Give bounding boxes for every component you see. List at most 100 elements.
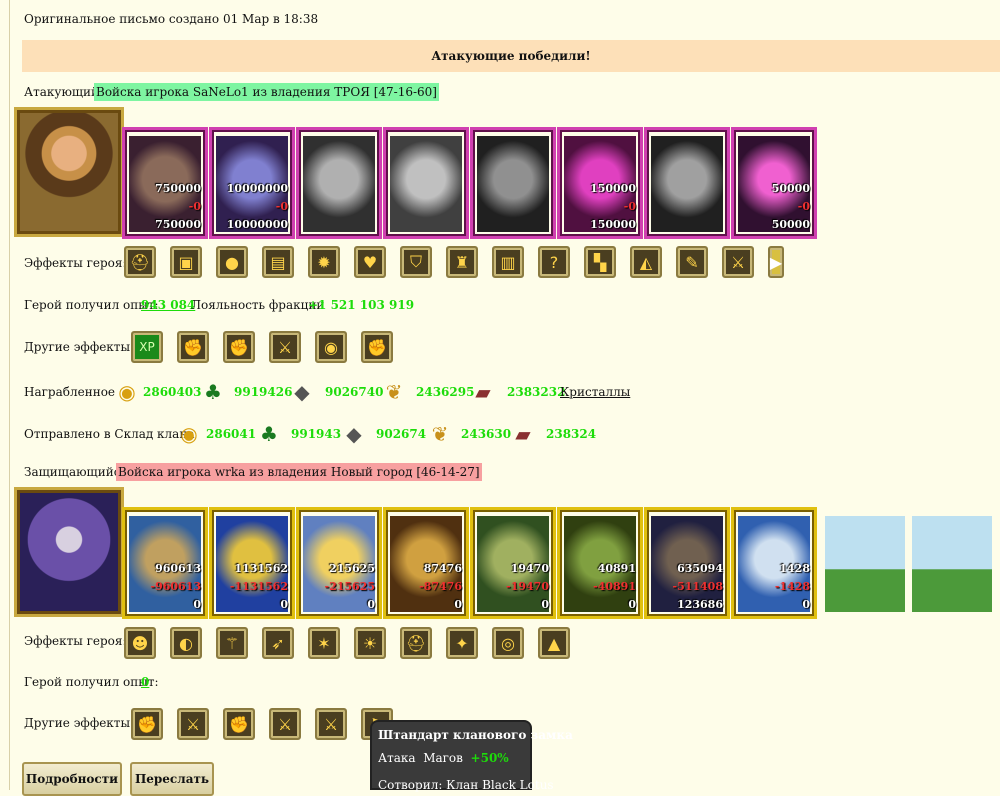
sword-icon[interactable]: ⚔: [269, 331, 301, 363]
stone-icon: ▰: [515, 422, 531, 446]
attacker-army[interactable]: Войска игрока SaNeLo1 из владения ТРОЯ […: [94, 83, 439, 101]
troop-loss: -19470: [506, 580, 549, 593]
troop-slot[interactable]: 19470 -19470 0: [470, 507, 556, 619]
troop-left: 0: [367, 598, 375, 611]
troop-slot[interactable]: 635094 -511408 123686: [644, 507, 730, 619]
attacker-exp-value[interactable]: 943 084: [141, 298, 195, 312]
details-button[interactable]: Подробности: [22, 762, 122, 796]
defender-exp-value[interactable]: 0: [141, 675, 149, 689]
troop-left: 0: [628, 598, 636, 611]
mask-shield-icon[interactable]: ◐: [170, 627, 202, 659]
orb-icon[interactable]: ●: [216, 246, 248, 278]
attack-fist-icon[interactable]: ✊: [223, 331, 255, 363]
cloak-icon[interactable]: ◭: [630, 246, 662, 278]
troop-slot[interactable]: 87476 -87476 0: [383, 507, 469, 619]
fire-icon[interactable]: ✹: [308, 246, 340, 278]
defender-hero-portrait[interactable]: [14, 487, 124, 617]
helmet-icon[interactable]: ⛑: [124, 246, 156, 278]
chest-icon[interactable]: ▤: [262, 246, 294, 278]
arrow-right-icon[interactable]: ▶: [768, 246, 784, 278]
troop-slot[interactable]: 960613 -960613 0: [122, 507, 208, 619]
defender-exp-label: Герой получил опыт:: [24, 675, 159, 689]
loyalty-label: Лояльность фракции: [191, 298, 325, 312]
round-shield-icon[interactable]: ◎: [492, 627, 524, 659]
troop-slot[interactable]: 750000 -0 750000: [122, 127, 208, 239]
forward-button[interactable]: Переслать: [130, 762, 214, 796]
xp-icon[interactable]: XP: [131, 331, 163, 363]
totem-icon[interactable]: ♜: [446, 246, 478, 278]
armor-icon[interactable]: ▣: [170, 246, 202, 278]
attacker-hero-portrait[interactable]: [14, 107, 124, 237]
tooltip-line-label: Атака: [378, 751, 416, 765]
troop-slot[interactable]: 1428 -1428 0: [731, 507, 817, 619]
troop-left: 0: [280, 598, 288, 611]
tower-icon: [912, 516, 992, 612]
troop-left: 123686: [677, 598, 723, 611]
troop-slot[interactable]: [296, 127, 382, 239]
troop-slot[interactable]: [644, 127, 730, 239]
bow-icon[interactable]: ➶: [262, 627, 294, 659]
gold-icon: ◉: [118, 380, 136, 404]
resource-value: 9026740: [325, 385, 384, 399]
sword-icon[interactable]: ⚔: [269, 708, 301, 740]
defender-other-label: Другие эффекты:: [24, 716, 135, 730]
troop-count: 750000: [155, 182, 201, 195]
troop-slot[interactable]: [383, 127, 469, 239]
gold-pouch-icon[interactable]: ◉: [315, 331, 347, 363]
stone-icon: ▰: [475, 380, 491, 404]
attack-fist-icon[interactable]: ✊: [177, 331, 209, 363]
attacker-effects-label: Эффекты героя:: [24, 256, 127, 270]
defender-army[interactable]: Войска игрока wrka из владения Новый гор…: [116, 463, 482, 481]
resource-value: 238324: [546, 427, 597, 441]
star-icon[interactable]: ✶: [308, 627, 340, 659]
staff-icon[interactable]: ⚚: [216, 627, 248, 659]
troop-slot[interactable]: 40891 -40891 0: [557, 507, 643, 619]
boots-icon[interactable]: ▚: [584, 246, 616, 278]
sword-icon[interactable]: ⚔: [722, 246, 754, 278]
troop-loss: -0: [623, 200, 636, 213]
troop-count: 215625: [329, 562, 375, 575]
tower-icon: [825, 516, 905, 612]
result-banner: Атакующие победили!: [22, 40, 1000, 72]
troop-slot[interactable]: [470, 127, 556, 239]
troop-slot[interactable]: 215625 -215625 0: [296, 507, 382, 619]
scroll-icon[interactable]: ✎: [676, 246, 708, 278]
shield-icon[interactable]: ⛉: [400, 246, 432, 278]
troop-slot[interactable]: 50000 -0 50000: [731, 127, 817, 239]
troop-loss: -215625: [324, 580, 376, 593]
resource-value: 991943: [291, 427, 342, 441]
troop-count: 10000000: [226, 182, 288, 195]
vest-icon[interactable]: ▥: [492, 246, 524, 278]
troop-art: [303, 136, 375, 232]
grain-icon: ❦: [431, 422, 449, 446]
cape-icon[interactable]: ▲: [538, 627, 570, 659]
left-border: [9, 0, 10, 790]
troop-slot[interactable]: 10000000 -0 10000000: [209, 127, 295, 239]
sword-icon[interactable]: ⚔: [177, 708, 209, 740]
sword-icon[interactable]: ⚔: [315, 708, 347, 740]
troop-left: 0: [802, 598, 810, 611]
resource-value: 902674: [376, 427, 427, 441]
troop-loss: -511408: [672, 580, 724, 593]
troop-left: 0: [541, 598, 549, 611]
resource-value: 2383232: [507, 385, 566, 399]
sun-icon[interactable]: ☀: [354, 627, 386, 659]
grain-icon: ❦: [385, 380, 403, 404]
troop-slot[interactable]: 1131562 -1131562 0: [209, 507, 295, 619]
attack-fist-icon[interactable]: ✊: [361, 331, 393, 363]
troop-loss: -87476: [419, 580, 462, 593]
troop-left: 150000: [590, 218, 636, 231]
wand-icon[interactable]: ✦: [446, 627, 478, 659]
tooltip: Штандарт кланового замка Атака Магов +50…: [370, 720, 573, 792]
tooltip-line-target: Магов: [423, 751, 463, 765]
heart-icon[interactable]: ♥: [354, 246, 386, 278]
attack-fist-icon[interactable]: ✊: [223, 708, 255, 740]
wood-icon: ♣: [204, 380, 222, 404]
question-icon[interactable]: ?: [538, 246, 570, 278]
mask-icon[interactable]: ☻: [124, 627, 156, 659]
attack-fist-icon[interactable]: ✊: [131, 708, 163, 740]
crystals-link[interactable]: Кристаллы: [560, 385, 630, 399]
helmet-icon[interactable]: ⛑: [400, 627, 432, 659]
troop-slot[interactable]: 150000 -0 150000: [557, 127, 643, 239]
wood-icon: ♣: [260, 422, 278, 446]
